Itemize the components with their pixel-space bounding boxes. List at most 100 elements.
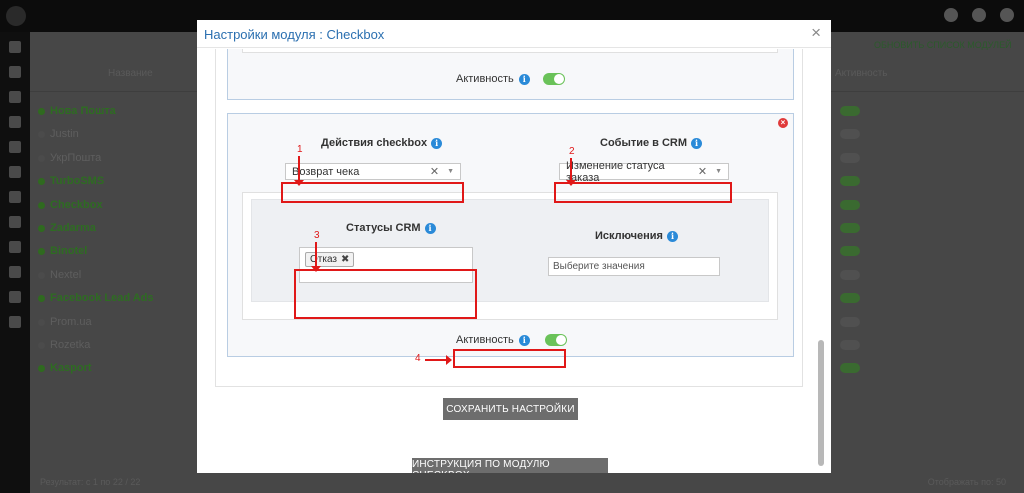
module-name[interactable]: TurboSMS — [50, 175, 104, 187]
annotation-box-3 — [294, 269, 477, 319]
exclusions-input[interactable]: Выберите значения — [548, 257, 720, 276]
rule-block-1-inner — [242, 49, 778, 53]
module-settings-modal: Настройки модуля : Checkbox × Активность… — [197, 20, 831, 473]
users-icon[interactable] — [9, 91, 21, 103]
exclusions-label: Исключения — [595, 230, 663, 242]
module-activity-toggle[interactable] — [840, 129, 860, 140]
checkbox-action-label-row: Действия checkbox i — [321, 137, 443, 149]
module-activity-toggle[interactable] — [840, 222, 860, 233]
annotation-arrow-4 — [425, 355, 452, 365]
status-dot-icon — [38, 341, 45, 349]
annotation-box-4 — [453, 349, 566, 368]
bell-icon[interactable] — [972, 8, 986, 22]
toggle-icon[interactable] — [9, 316, 21, 328]
module-activity-toggle[interactable] — [840, 316, 860, 327]
annotation-box-1 — [281, 182, 464, 203]
module-activity-toggle[interactable] — [840, 339, 860, 350]
module-activity-toggle[interactable] — [840, 176, 860, 187]
truck-icon[interactable] — [9, 166, 21, 178]
module-activity-toggle[interactable] — [840, 293, 860, 304]
checkbox-action-select[interactable]: Возврат чека ✕ ▼ — [285, 163, 461, 180]
stats-icon[interactable] — [9, 216, 21, 228]
remove-tag-icon[interactable]: ✖ — [341, 254, 349, 265]
activity-toggle-2[interactable] — [544, 334, 567, 346]
rule-block-1: Активность i — [227, 49, 794, 100]
activity-row-1: Активность i — [456, 73, 565, 85]
module-name[interactable]: Zadarma — [50, 222, 96, 234]
module-name[interactable]: Prom.ua — [50, 316, 92, 328]
module-activity-toggle[interactable] — [840, 246, 860, 257]
module-name[interactable]: Binotel — [50, 245, 87, 257]
modal-header: Настройки модуля : Checkbox × — [197, 20, 831, 48]
checkbox-action-label: Действия checkbox — [321, 137, 428, 149]
crm-event-select[interactable]: Изменение статуса заказа ✕ ▼ — [559, 160, 729, 184]
clear-icon[interactable]: ✕ — [430, 165, 439, 178]
top-bar-icons — [944, 8, 1014, 22]
save-settings-button[interactable]: СОХРАНИТЬ НАСТРОЙКИ — [443, 398, 578, 420]
status-dot-icon — [38, 108, 45, 115]
modal-scrollbar[interactable] — [818, 340, 824, 466]
annotation-arrow-2 — [566, 158, 576, 186]
annotation-box-2 — [554, 182, 732, 203]
annotation-arrow-3 — [311, 242, 321, 272]
module-activity-toggle[interactable] — [840, 106, 860, 116]
info-icon[interactable]: i — [518, 73, 530, 85]
menu-icon[interactable] — [1000, 8, 1014, 22]
toggle-knob — [555, 335, 566, 345]
puzzle-icon[interactable] — [9, 241, 21, 253]
close-icon[interactable]: × — [811, 23, 821, 43]
annotation-arrow-1 — [294, 156, 304, 186]
chevron-down-icon[interactable]: ▼ — [715, 168, 722, 175]
info-icon[interactable]: i — [666, 230, 678, 242]
annotation-number-1: 1 — [297, 144, 303, 155]
module-name[interactable]: Kasport — [50, 362, 92, 374]
clear-icon[interactable]: ✕ — [698, 165, 707, 178]
megaphone-icon[interactable] — [9, 191, 21, 203]
status-dot-icon — [38, 224, 45, 232]
status-dot-icon — [38, 154, 45, 162]
activity-label: Активность — [456, 334, 514, 346]
crm-event-value: Изменение статуса заказа — [566, 159, 665, 184]
info-icon[interactable]: i — [691, 137, 703, 149]
refresh-modules-button[interactable]: ОБНОВИТЬ СПИСОК МОДУЛЕЙ — [874, 40, 1012, 50]
module-name[interactable]: Checkbox — [50, 199, 103, 211]
info-icon[interactable]: i — [518, 334, 530, 346]
module-name[interactable]: Rozetka — [50, 339, 90, 351]
module-activity-toggle[interactable] — [840, 363, 860, 374]
box-icon[interactable] — [9, 141, 21, 153]
column-activity-header: Активность — [835, 68, 888, 79]
monitor-icon[interactable] — [9, 41, 21, 53]
info-icon[interactable]: i — [431, 137, 443, 149]
activity-toggle-1[interactable] — [542, 73, 565, 85]
sidebar — [0, 32, 30, 493]
chevron-down-icon[interactable]: ▼ — [447, 168, 454, 175]
modal-body: Активность i × Действия checkbox i Возвр… — [197, 49, 831, 473]
module-activity-toggle[interactable] — [840, 152, 860, 163]
module-activity-toggle[interactable] — [840, 199, 860, 210]
column-name-header: Название — [108, 68, 153, 79]
exclusions-label-row: Исключения i — [595, 230, 678, 242]
info-icon[interactable]: i — [424, 222, 436, 234]
module-name[interactable]: Facebook Lead Ads — [50, 292, 154, 304]
bank-icon[interactable] — [9, 116, 21, 128]
user-icon[interactable] — [944, 8, 958, 22]
module-name[interactable]: Nextel — [50, 269, 81, 281]
module-name[interactable]: УкрПошта — [50, 152, 101, 164]
annotation-number-3: 3 — [314, 230, 320, 241]
annotation-number-2: 2 — [569, 146, 575, 157]
status-tag: Отказ ✖ — [305, 252, 355, 267]
rule-block-2: × Действия checkbox i Возврат чека ✕ ▼ С… — [227, 113, 794, 357]
orders-icon[interactable] — [9, 66, 21, 78]
page-size-select[interactable]: Отображать по: 50 — [928, 477, 1006, 487]
heart-icon[interactable] — [9, 291, 21, 303]
module-name[interactable]: Justin — [50, 128, 79, 140]
remove-block-icon[interactable]: × — [778, 118, 788, 128]
module-activity-toggle[interactable] — [840, 269, 860, 280]
status-dot-icon — [38, 295, 45, 303]
activity-row-2: Активность i — [456, 334, 567, 346]
info-icon[interactable] — [9, 266, 21, 278]
module-instruction-button[interactable]: ИНСТРУКЦИЯ ПО МОДУЛЮ CHECKBOX — [412, 458, 608, 473]
module-name[interactable]: Нова Пошта — [50, 105, 116, 117]
crm-event-label-row: Событие в CRM i — [600, 137, 703, 149]
modal-title: Настройки модуля : Checkbox — [204, 27, 385, 42]
